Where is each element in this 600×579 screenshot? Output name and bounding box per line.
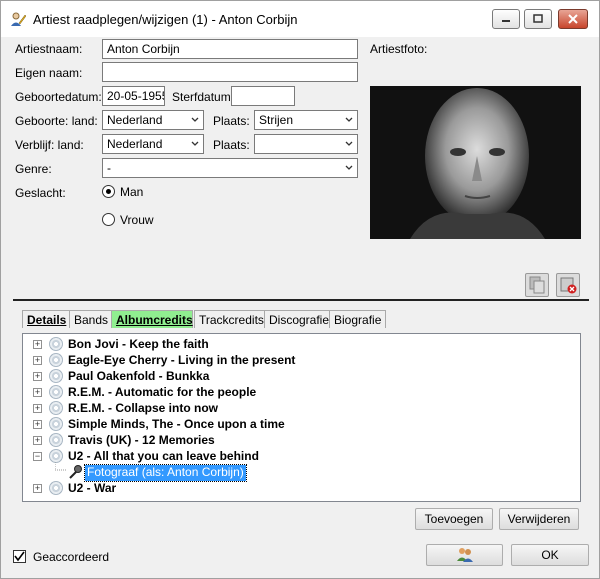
tab-details[interactable]: Details	[22, 310, 72, 328]
sterfdatum-label: Sterfdatum:	[172, 90, 235, 104]
geslacht-vrouw-radio[interactable]	[102, 213, 115, 226]
chevron-down-icon	[191, 117, 199, 122]
album-cd-icon	[49, 449, 63, 463]
album-cd-icon	[49, 401, 63, 415]
tree-item-album[interactable]: Paul Oakenfold - Bunkka	[68, 369, 209, 385]
expand-toggle[interactable]: +	[33, 404, 42, 413]
album-cd-icon	[49, 369, 63, 383]
ok-button[interactable]: OK	[511, 544, 589, 566]
album-cd-icon	[49, 417, 63, 431]
artiestfoto-label: Artiestfoto:	[370, 42, 428, 56]
chevron-down-icon	[345, 141, 353, 146]
tab-biografie[interactable]: Biografie	[329, 310, 387, 328]
title-bar[interactable]: Artiest raadplegen/wijzigen (1) - Anton …	[1, 1, 599, 37]
tree-item-album[interactable]: U2 - War	[68, 481, 116, 497]
tree-item-album[interactable]: Travis (UK) - 12 Memories	[68, 433, 215, 449]
expand-toggle[interactable]: +	[33, 388, 42, 397]
photo-copy-icon	[529, 276, 545, 294]
tree-item-album[interactable]: Eagle-Eye Cherry - Living in the present	[68, 353, 295, 369]
album-cd-icon	[49, 353, 63, 367]
artist-photo	[370, 86, 581, 239]
photo-delete-icon	[560, 277, 577, 294]
geboorte-land-value: Nederland	[107, 113, 163, 127]
close-button[interactable]	[558, 9, 588, 29]
albumcredits-tree[interactable]: + Bon Jovi - Keep the faith + Eagle-Eye …	[22, 333, 581, 502]
genre-value: -	[107, 161, 111, 175]
close-icon	[568, 14, 578, 24]
microphone-icon	[68, 465, 83, 480]
tree-item-album[interactable]: Simple Minds, The - Once upon a time	[68, 417, 285, 433]
geboorte-plaats-select[interactable]: Strijen	[254, 110, 358, 130]
tab-trackcredits[interactable]: Trackcredits	[194, 310, 269, 328]
eigen-naam-label: Eigen naam:	[15, 66, 83, 80]
pencil-artist-icon	[10, 11, 27, 27]
window-title: Artiest raadplegen/wijzigen (1) - Anton …	[33, 12, 298, 27]
dialog-window: Artiest raadplegen/wijzigen (1) - Anton …	[0, 0, 600, 579]
geboorte-land-select[interactable]: Nederland	[102, 110, 204, 130]
toevoegen-button[interactable]: Toevoegen	[415, 508, 493, 530]
tab-discografie[interactable]: Discografie	[264, 310, 335, 328]
tree-item-album[interactable]: U2 - All that you can leave behind	[68, 449, 259, 465]
chevron-down-icon	[345, 117, 353, 122]
chevron-down-icon	[191, 141, 199, 146]
geslacht-label: Geslacht:	[15, 186, 66, 200]
album-cd-icon	[49, 433, 63, 447]
geboortedatum-label: Geboortedatum:	[15, 90, 102, 104]
verwijderen-button[interactable]: Verwijderen	[499, 508, 579, 530]
verblijf-land-label: Verblijf: land:	[15, 138, 84, 152]
verblijf-plaats-select[interactable]	[254, 134, 358, 154]
photo-copy-button[interactable]	[525, 273, 549, 297]
eigen-naam-input[interactable]	[102, 62, 358, 82]
expand-toggle[interactable]: +	[33, 420, 42, 429]
maximize-button[interactable]	[524, 9, 552, 29]
sterfdatum-input[interactable]	[231, 86, 295, 106]
collapse-toggle[interactable]: −	[33, 452, 42, 461]
geboorte-plaats-value: Strijen	[259, 113, 294, 127]
tab-bands[interactable]: Bands	[69, 310, 114, 328]
photo-delete-button[interactable]	[556, 273, 580, 297]
genre-label: Genre:	[15, 162, 52, 176]
geboortedatum-input[interactable]: 20-05-1955	[102, 86, 165, 106]
geaccordeerd-checkbox[interactable]	[13, 550, 26, 563]
verblijf-plaats-label: Plaats:	[213, 138, 250, 152]
geslacht-man-label[interactable]: Man	[120, 185, 143, 199]
users-icon	[456, 548, 473, 562]
album-cd-icon	[49, 337, 63, 351]
minimize-button[interactable]	[492, 9, 520, 29]
artiestnaam-label: Artiestnaam:	[15, 42, 83, 56]
artiestnaam-input[interactable]: Anton Corbijn	[102, 39, 358, 59]
minimize-icon	[502, 20, 510, 22]
tree-item-credit[interactable]: Fotograaf (als: Anton Corbijn)	[84, 464, 247, 482]
tab-albumcredits[interactable]: Albumcredits	[111, 310, 193, 328]
maximize-icon	[533, 14, 543, 23]
verblijf-land-select[interactable]: Nederland	[102, 134, 204, 154]
expand-toggle[interactable]: +	[33, 484, 42, 493]
geboorte-plaats-label: Plaats:	[213, 114, 250, 128]
genre-select[interactable]: -	[102, 158, 358, 178]
geboorte-land-label: Geboorte: land:	[15, 114, 98, 128]
geslacht-vrouw-label[interactable]: Vrouw	[120, 213, 154, 227]
geaccordeerd-label[interactable]: Geaccordeerd	[33, 550, 109, 564]
tree-connector	[55, 462, 67, 471]
verblijf-land-value: Nederland	[107, 137, 163, 151]
album-cd-icon	[49, 481, 63, 495]
geslacht-man-radio[interactable]	[102, 185, 115, 198]
users-button[interactable]	[426, 544, 503, 566]
chevron-down-icon	[345, 165, 353, 170]
tree-item-album[interactable]: R.E.M. - Automatic for the people	[68, 385, 256, 401]
checkmark-icon	[14, 551, 25, 562]
album-cd-icon	[49, 385, 63, 399]
expand-toggle[interactable]: +	[33, 372, 42, 381]
divider	[13, 299, 589, 301]
expand-toggle[interactable]: +	[33, 340, 42, 349]
expand-toggle[interactable]: +	[33, 436, 42, 445]
tree-item-album[interactable]: R.E.M. - Collapse into now	[68, 401, 218, 417]
tree-item-album[interactable]: Bon Jovi - Keep the faith	[68, 337, 209, 353]
expand-toggle[interactable]: +	[33, 356, 42, 365]
